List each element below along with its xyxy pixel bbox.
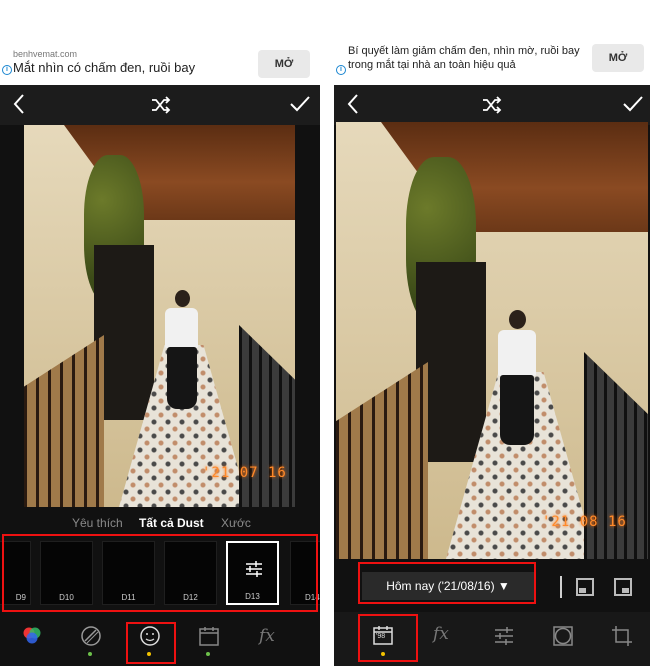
status-area — [334, 0, 650, 38]
crop-icon[interactable] — [610, 624, 634, 648]
position-bottom-right-button[interactable] — [614, 578, 632, 596]
status-area — [0, 0, 320, 38]
position-marker — [579, 588, 586, 593]
photo-datestamp: '21 07 16 — [202, 465, 287, 481]
filter-tabs: Yêu thích Tất cả Dust Xước — [0, 513, 320, 533]
ad-open-button[interactable]: MỞ — [258, 50, 310, 78]
ad-info-icon[interactable]: i — [2, 65, 12, 75]
ad-text[interactable]: Bí quyết làm giảm chấm đen, nhìn mờ, ruồ… — [348, 44, 588, 72]
lens-status-dot — [88, 652, 92, 656]
ad-open-button[interactable]: MỞ — [592, 44, 644, 72]
calendar-status-dot — [206, 652, 210, 656]
calendar-icon[interactable] — [197, 624, 221, 648]
photo-preview[interactable]: '21 08 16 — [336, 122, 648, 559]
shuffle-icon[interactable] — [150, 94, 172, 116]
vignette-icon[interactable] — [551, 624, 575, 648]
ad-banner[interactable]: Bí quyết làm giảm chấm đen, nhìn mờ, ruồ… — [334, 38, 650, 85]
highlight-date-button — [358, 562, 536, 604]
ad-info-icon[interactable]: i — [336, 65, 346, 75]
position-marker — [622, 588, 629, 593]
photo-datestamp: '21 08 16 — [542, 514, 627, 530]
photo-person-top — [498, 330, 536, 376]
back-icon[interactable] — [346, 93, 360, 115]
photo-person-skirt — [500, 375, 534, 445]
tab-favorites[interactable]: Yêu thích — [72, 516, 123, 530]
tab-all-dust[interactable]: Tất cả Dust — [139, 516, 204, 530]
editor-toolbar — [334, 85, 650, 125]
shuffle-icon[interactable] — [481, 94, 503, 116]
ad-banner[interactable]: benhvemat.com i Mắt nhìn có chấm đen, ru… — [0, 38, 320, 85]
photo-person-top — [165, 308, 198, 348]
photo-preview[interactable]: '21 07 16 — [24, 125, 295, 507]
divider — [560, 576, 562, 598]
sliders-icon[interactable] — [492, 624, 516, 648]
photo-person-skirt — [167, 347, 197, 409]
left-screen: benhvemat.com i Mắt nhìn có chấm đen, ru… — [0, 0, 320, 666]
ad-text[interactable]: Mắt nhìn có chấm đen, ruồi bay — [13, 60, 195, 75]
color-icon[interactable] — [20, 624, 44, 648]
position-bottom-left-button[interactable] — [576, 578, 594, 596]
highlight-thumbnails — [2, 534, 318, 612]
ad-domain: benhvemat.com — [13, 49, 78, 59]
photo-person-head — [175, 290, 190, 307]
fx-icon[interactable]: fx — [433, 624, 449, 644]
editor-toolbar — [0, 85, 320, 125]
fx-icon[interactable]: fx — [259, 626, 275, 646]
lens-icon[interactable] — [79, 624, 103, 648]
confirm-check-icon[interactable] — [289, 95, 311, 113]
right-screen: Bí quyết làm giảm chấm đen, nhìn mờ, ruồ… — [334, 0, 650, 666]
tab-scratch[interactable]: Xước — [221, 516, 251, 530]
highlight-calendar-tool — [358, 614, 418, 662]
photo-person-head — [509, 310, 526, 329]
back-icon[interactable] — [12, 93, 26, 115]
highlight-dust-tool — [126, 622, 176, 664]
confirm-check-icon[interactable] — [622, 95, 644, 113]
